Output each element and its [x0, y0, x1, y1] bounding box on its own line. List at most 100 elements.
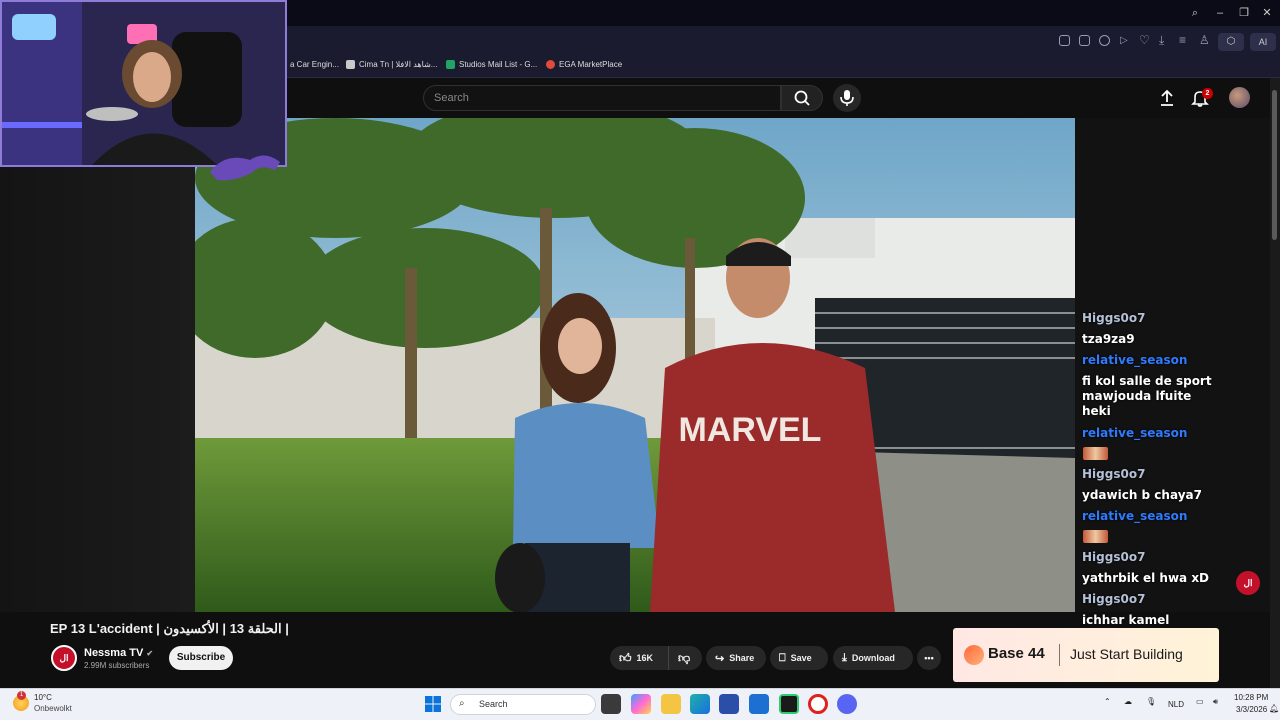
chat-username: relative_season: [1082, 353, 1188, 367]
search-icon: ⌕: [459, 698, 465, 709]
bookmark-item[interactable]: EGA MarketPlace: [546, 60, 622, 69]
chat-message: yathrbik el hwa xD: [1082, 571, 1210, 585]
task-view-icon[interactable]: [601, 694, 621, 714]
edit-icon[interactable]: [1059, 35, 1070, 46]
chat-username: Higgs0o7: [1082, 592, 1146, 606]
download-icon: ⤓: [842, 651, 847, 664]
clock-date[interactable]: 3/3/2026: [1236, 705, 1267, 714]
dislike-button[interactable]: 👎︎: [668, 646, 702, 670]
search-icon[interactable]: ⌕: [1188, 6, 1202, 20]
cat-decoration: [210, 155, 280, 181]
ai-button[interactable]: AI: [1250, 33, 1276, 51]
profile-icon[interactable]: ♙: [1199, 33, 1210, 47]
bookmark-item[interactable]: Studios Mail List - G...: [446, 60, 537, 69]
sheets-icon: [446, 60, 455, 69]
video-frame: MARVEL: [195, 118, 1075, 612]
more-actions-button[interactable]: •••: [917, 646, 941, 670]
voice-search-button[interactable]: [833, 84, 861, 112]
minimize-button[interactable]: –: [1213, 6, 1227, 20]
thumbs-down-icon: 👎︎: [678, 650, 691, 665]
channel-watermark-logo: ال: [1236, 571, 1260, 595]
video-left-backdrop: [0, 167, 195, 612]
search-icon: [794, 90, 810, 106]
notification-badge: 2: [1202, 88, 1213, 99]
share-button[interactable]: ↪ Share: [706, 646, 766, 670]
chat-message: ydawich b chaya7: [1082, 488, 1202, 502]
clock-time[interactable]: 10:28 PM: [1234, 693, 1268, 702]
search-input[interactable]: Search: [423, 85, 781, 111]
base44-logo-icon: [964, 645, 984, 665]
thumbs-up-icon: 👍︎: [619, 650, 632, 665]
chat-username: Higgs0o7: [1082, 550, 1146, 564]
save-button[interactable]: ⎕ Save: [770, 646, 828, 670]
webcam-feed: [2, 2, 285, 165]
outlook-icon[interactable]: [749, 694, 769, 714]
shirt-logo: MARVEL: [679, 411, 822, 449]
chat-username: relative_season: [1082, 509, 1188, 523]
taskbar-search-input[interactable]: Search: [450, 694, 596, 715]
network-icon[interactable]: ☁: [1124, 697, 1132, 706]
shield-icon[interactable]: [1099, 35, 1110, 46]
video-title: EP 13 L'accident | الحلقة 13 | الأكسيدون…: [50, 621, 289, 636]
ad-divider: [1059, 644, 1060, 666]
bookmark-item[interactable]: Cima Tn | شاهد الافلا...: [346, 60, 437, 69]
download-button[interactable]: ⤓ Download: [833, 646, 913, 670]
heart-icon[interactable]: ♡: [1139, 33, 1150, 47]
menu-icon[interactable]: ≡: [1179, 33, 1186, 47]
weather-temperature: 10°C: [34, 693, 52, 702]
upload-icon[interactable]: [1158, 89, 1176, 107]
language-indicator[interactable]: NLD: [1168, 700, 1184, 709]
app-icon[interactable]: [779, 694, 799, 714]
avatar[interactable]: [1229, 87, 1250, 108]
chat-message: fi kol salle de sport mawjouda lfuite heki: [1082, 374, 1212, 419]
copilot-icon[interactable]: [631, 694, 651, 714]
bookmark-favicon: [546, 60, 555, 69]
file-explorer-icon[interactable]: [661, 694, 681, 714]
chat-username: Higgs0o7: [1082, 467, 1146, 481]
microsoft-store-icon[interactable]: [719, 694, 739, 714]
microphone-icon[interactable]: 🎙︎: [1146, 697, 1156, 706]
channel-name[interactable]: Nessma TV ✔: [84, 647, 153, 659]
weather-alert-badge: 1: [17, 691, 26, 700]
maximize-button[interactable]: ❐: [1237, 6, 1251, 20]
scrollbar-thumb[interactable]: [1272, 90, 1277, 240]
more-icon: •••: [924, 653, 934, 663]
show-hidden-icons[interactable]: ⌃: [1104, 697, 1111, 706]
nessma-logo-icon: ال: [59, 653, 69, 663]
channel-avatar[interactable]: ال: [51, 645, 77, 671]
chat-emote: [1083, 447, 1108, 460]
notification-bell-icon[interactable]: 🔔︎: [1269, 704, 1279, 713]
close-button[interactable]: ✕: [1260, 6, 1274, 20]
like-button[interactable]: 👍︎ 16K: [610, 646, 668, 670]
subscribe-button[interactable]: Subscribe: [169, 646, 233, 670]
ad-banner[interactable]: Base 44 Just Start Building: [953, 628, 1219, 682]
bookmark-favicon: [346, 60, 355, 69]
chat-username: relative_season: [1082, 426, 1188, 440]
display-icon[interactable]: ▭: [1196, 697, 1204, 706]
camera-icon[interactable]: [1079, 35, 1090, 46]
weather-description: Onbewolkt: [34, 704, 72, 713]
bookmark-item[interactable]: a Car Engin...: [290, 60, 339, 69]
windows-start-icon[interactable]: [425, 696, 441, 712]
discord-icon[interactable]: [837, 694, 857, 714]
ad-tagline: Just Start Building: [1070, 646, 1183, 662]
chat-emote: [1083, 530, 1108, 543]
chat-message-line: fi kol salle de sport: [1082, 374, 1212, 388]
video-player[interactable]: MARVEL: [195, 118, 1075, 612]
extensions-icon[interactable]: ⬡: [1218, 33, 1244, 51]
chat-message: ichhar kamel: [1082, 613, 1170, 627]
share-icon: ↪: [715, 652, 725, 665]
download-icon[interactable]: ⤓: [1159, 33, 1164, 48]
ad-brand: Base 44: [988, 645, 1045, 662]
search-button[interactable]: [781, 85, 823, 111]
chat-message-line: mawjouda lfuite: [1082, 389, 1192, 403]
bookmark-icon: ⎕: [779, 651, 786, 664]
edge-icon[interactable]: [690, 694, 710, 714]
opera-icon[interactable]: [808, 694, 828, 714]
chat-message-line: heki: [1082, 404, 1111, 418]
verified-icon: ✔: [146, 649, 154, 658]
chat-username: Higgs0o7: [1082, 311, 1146, 325]
microphone-icon: [840, 90, 854, 106]
play-icon[interactable]: ▷: [1120, 35, 1128, 46]
volume-icon[interactable]: 🔊︎: [1213, 697, 1218, 707]
